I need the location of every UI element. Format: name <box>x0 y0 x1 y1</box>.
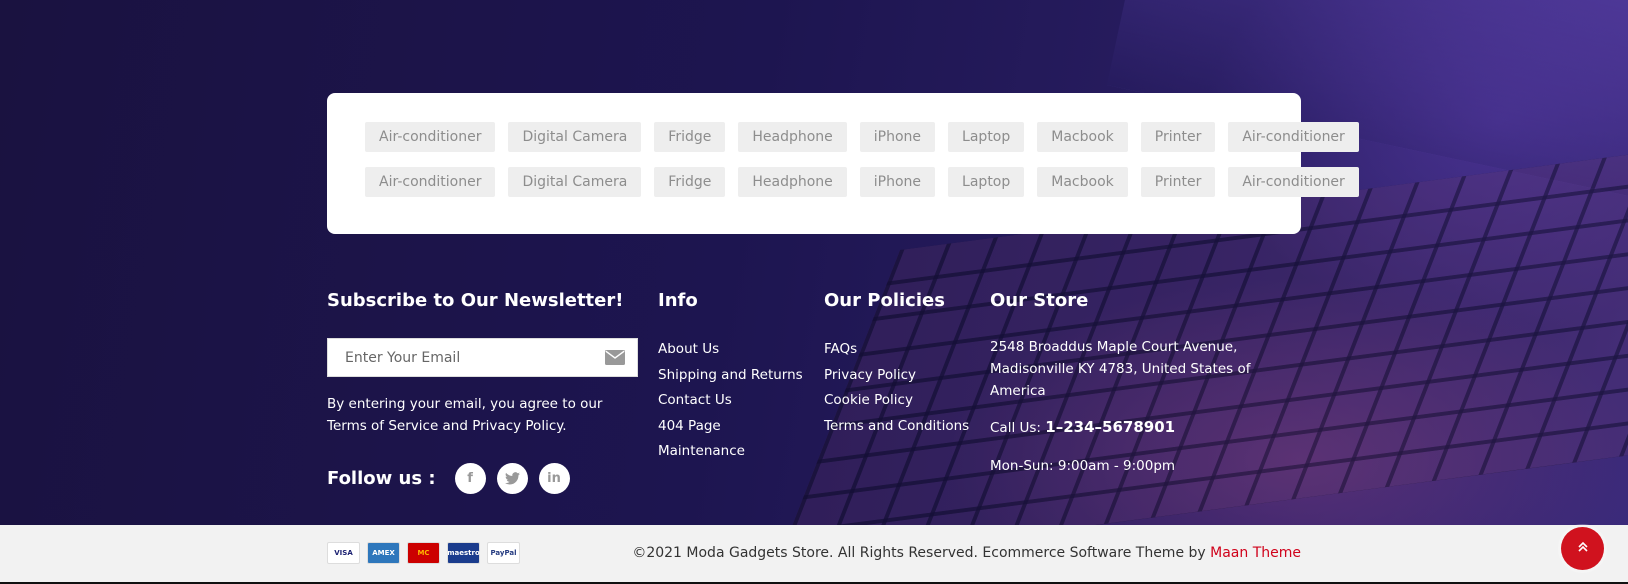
tag-link[interactable]: Air-conditioner <box>365 167 496 197</box>
store-phone[interactable]: 1–234–5678901 <box>1045 418 1175 436</box>
tag-link[interactable]: Digital Camera <box>508 122 642 152</box>
follow-us: Follow us : f in <box>327 463 639 494</box>
email-input[interactable] <box>345 349 585 366</box>
footer-link-maintenance[interactable]: Maintenance <box>658 440 803 466</box>
tag-link[interactable]: Laptop <box>948 122 1025 152</box>
tag-link[interactable]: Headphone <box>738 167 847 197</box>
tag-link[interactable]: Printer <box>1140 122 1216 152</box>
tag-row-1: Air-conditioner Digital Camera Fridge He… <box>365 122 1359 152</box>
facebook-icon[interactable]: f <box>454 463 486 494</box>
follow-label: Follow us : <box>327 468 436 489</box>
store-call: Call Us: 1–234–5678901 <box>990 416 1310 439</box>
amex-icon: AMEX <box>367 542 400 564</box>
newsletter-column: Subscribe to Our Newsletter! By entering… <box>327 290 639 494</box>
newsletter-agreement-text: By entering your email, you agree to our… <box>327 396 603 434</box>
footer-link-faqs[interactable]: FAQs <box>824 338 969 364</box>
footer-link-privacy-policy[interactable]: Privacy Policy <box>824 364 969 390</box>
info-column: Info About Us Shipping and Returns Conta… <box>658 290 803 466</box>
footer-link-404[interactable]: 404 Page <box>658 415 803 441</box>
policies-column: Our Policies FAQs Privacy Policy Cookie … <box>824 290 969 440</box>
tag-link[interactable]: Air-conditioner <box>365 122 496 152</box>
scroll-to-top-button[interactable] <box>1561 527 1604 570</box>
tag-link[interactable]: Air-conditioner <box>1228 122 1359 152</box>
payment-methods: VISA AMEX MC maestro PayPal <box>327 542 520 564</box>
tag-row-2: Air-conditioner Digital Camera Fridge He… <box>365 167 1359 197</box>
brand-link[interactable]: Maan Theme <box>1210 545 1301 561</box>
footer-link-shipping-returns[interactable]: Shipping and Returns <box>658 364 803 390</box>
linkedin-icon[interactable]: in <box>538 463 570 494</box>
paypal-icon: PayPal <box>487 542 520 564</box>
tag-link[interactable]: Printer <box>1140 167 1216 197</box>
store-address: 2548 Broaddus Maple Court Avenue, Madiso… <box>990 339 1251 399</box>
mastercard-icon: MC <box>407 542 440 564</box>
copyright: ©2021 Moda Gadgets Store. All Rights Res… <box>632 525 1301 581</box>
tag-cloud-card: Air-conditioner Digital Camera Fridge He… <box>327 93 1359 234</box>
visa-icon: VISA <box>327 542 360 564</box>
tag-link[interactable]: Headphone <box>738 122 847 152</box>
envelope-icon[interactable] <box>605 350 625 365</box>
policies-title: Our Policies <box>824 290 945 311</box>
tag-link[interactable]: Air-conditioner <box>1228 167 1359 197</box>
tag-link[interactable]: Macbook <box>1037 167 1128 197</box>
footer-background <box>0 0 1628 525</box>
tag-link[interactable]: iPhone <box>859 167 936 197</box>
tag-link[interactable]: Fridge <box>654 167 726 197</box>
double-chevron-up-icon <box>1577 541 1589 557</box>
email-form <box>327 338 638 377</box>
maestro-icon: maestro <box>447 542 480 564</box>
tag-link[interactable]: iPhone <box>859 122 936 152</box>
footer-link-contact-us[interactable]: Contact Us <box>658 389 803 415</box>
newsletter-title: Subscribe to Our Newsletter! <box>327 290 624 311</box>
copyright-text: ©2021 Moda Gadgets Store. All Rights Res… <box>632 545 1211 561</box>
tag-link[interactable]: Fridge <box>654 122 726 152</box>
bottom-bar: VISA AMEX MC maestro PayPal ©2021 Moda G… <box>0 525 1628 584</box>
tag-link[interactable]: Macbook <box>1037 122 1128 152</box>
footer-link-cookie-policy[interactable]: Cookie Policy <box>824 389 969 415</box>
call-label: Call Us: <box>990 420 1041 436</box>
store-hours: Mon-Sun: 9:00am - 9:00pm <box>990 458 1176 474</box>
store-title: Our Store <box>990 290 1089 311</box>
twitter-icon[interactable] <box>496 463 528 494</box>
footer-link-terms[interactable]: Terms and Conditions <box>824 415 969 441</box>
footer-link-about-us[interactable]: About Us <box>658 338 803 364</box>
store-column: Our Store 2548 Broaddus Maple Court Aven… <box>990 290 1310 477</box>
tag-link[interactable]: Laptop <box>948 167 1025 197</box>
info-title: Info <box>658 290 698 311</box>
tag-link[interactable]: Digital Camera <box>508 167 642 197</box>
